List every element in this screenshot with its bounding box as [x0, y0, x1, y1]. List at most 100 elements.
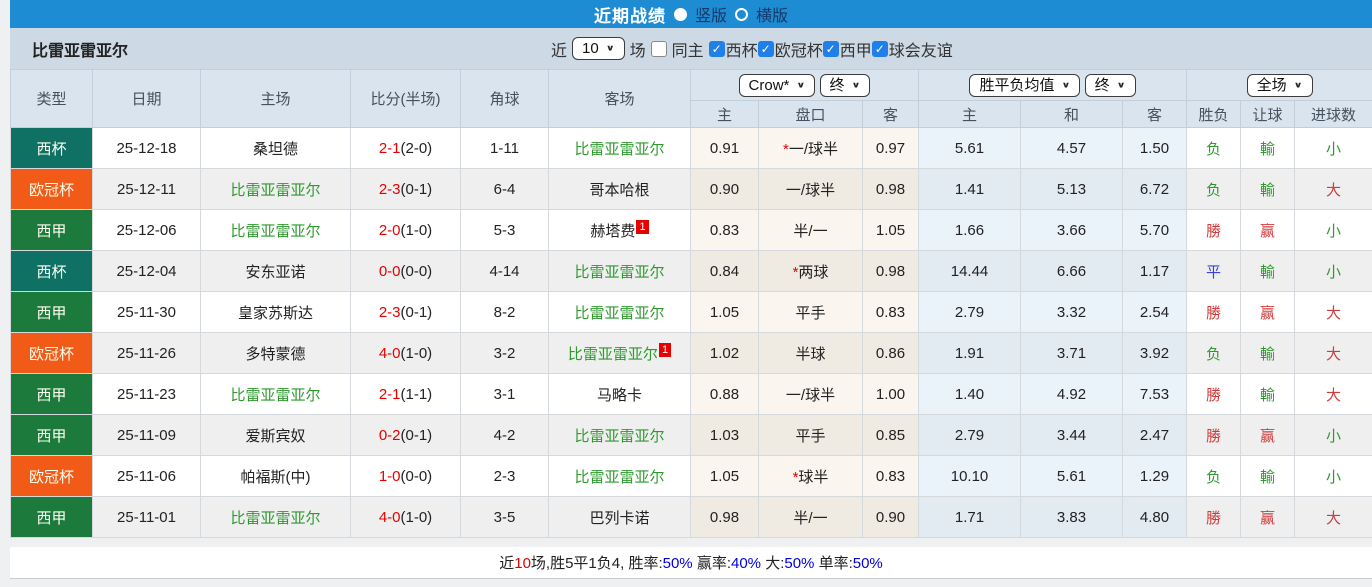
- handicap-line-text: 半球: [795, 345, 826, 363]
- handicap-line-text: 平手: [795, 304, 826, 322]
- handicap-result: 輸: [1240, 168, 1296, 210]
- score-cell: 0-2(0-1): [350, 414, 461, 456]
- result-group-header: 全场 ∨: [1186, 69, 1372, 101]
- league-checkbox-label[interactable]: 西甲: [840, 37, 872, 61]
- handicap-home-odds: 0.91: [690, 127, 759, 169]
- home-team-name: 爱斯宾奴: [245, 427, 306, 445]
- league-filter: ✓ 球会友谊: [871, 37, 953, 61]
- corner-count: 3-5: [460, 496, 549, 538]
- scope-select[interactable]: 全场 ∨: [1246, 73, 1313, 97]
- league-checkbox[interactable]: ✓: [871, 40, 888, 57]
- handicap-line-text: 半/一: [793, 509, 828, 527]
- subcol-eu-away: 客: [1122, 100, 1188, 128]
- away-team-name: 比雷亚雷亚尔: [567, 345, 658, 363]
- league-checkbox[interactable]: ✓: [708, 40, 725, 57]
- odds-type-select[interactable]: 胜平负均值 ∨: [969, 73, 1081, 97]
- subcol-ah-away: 客: [861, 100, 920, 128]
- handicap-away-odds: 0.83: [861, 291, 920, 333]
- away-team-cell: 赫塔费 1: [548, 209, 691, 251]
- home-team-name: 比雷亚雷亚尔: [230, 509, 321, 527]
- red-card-badge: 1: [658, 342, 672, 357]
- handicap-home-odds: 1.02: [690, 332, 759, 374]
- eu-away-odds: 1.17: [1122, 250, 1188, 292]
- handicap-result: 赢: [1240, 496, 1296, 538]
- match-count-select[interactable]: 10 ∨: [572, 37, 625, 60]
- handicap-result: 輸: [1240, 332, 1296, 374]
- corner-count: 8-2: [460, 291, 549, 333]
- match-row: 西甲 25-11-30 皇家苏斯达 2-3(0-1) 8-2 比雷亚雷亚尔 1.05 平手 0.…: [10, 291, 1372, 333]
- wdl-result: 负: [1186, 127, 1242, 169]
- match-date: 25-12-06: [92, 209, 201, 251]
- odds-time-select[interactable]: 终 ∨: [1084, 73, 1136, 97]
- subcol-ah-line: 盘口: [758, 100, 863, 128]
- home-team-name: 桑坦德: [252, 140, 298, 158]
- handicap-line: 半/一: [758, 209, 863, 251]
- league-checkbox-label[interactable]: 球会友谊: [889, 37, 953, 61]
- away-team-name: 赫塔费: [590, 222, 636, 240]
- subcol-goals: 进球数: [1294, 100, 1372, 128]
- wdl-result: 勝: [1186, 291, 1242, 333]
- eu-draw-odds: 3.44: [1020, 414, 1124, 456]
- wdl-result: 负: [1186, 168, 1242, 210]
- vertical-layout-radio[interactable]: [673, 7, 687, 21]
- horizontal-layout-label[interactable]: 横版: [756, 2, 788, 26]
- league-checkbox[interactable]: ✓: [822, 40, 839, 57]
- eu-home-odds: 2.79: [918, 291, 1022, 333]
- goals-result: 小: [1294, 250, 1372, 292]
- away-team-name: 马略卡: [596, 386, 642, 404]
- eu-away-odds: 1.29: [1122, 455, 1188, 497]
- score-cell: 2-3(0-1): [350, 168, 461, 210]
- bookmaker-select[interactable]: Crow* ∨: [738, 73, 816, 97]
- league-badge: 欧冠杯: [10, 168, 93, 210]
- handicap-line-text: 平手: [795, 427, 826, 445]
- away-team-name: 比雷亚雷亚尔: [574, 468, 665, 486]
- handicap-group-header: Crow* ∨ 终 ∨: [689, 69, 920, 101]
- same-home-label[interactable]: 同主: [672, 37, 704, 61]
- league-badge: 西甲: [10, 373, 93, 415]
- handicap-line: 平手: [758, 291, 863, 333]
- handicap-result: 輸: [1240, 250, 1296, 292]
- handicap-home-odds: 0.98: [690, 496, 759, 538]
- league-checkbox-label[interactable]: 西杯: [726, 37, 758, 61]
- league-checkbox[interactable]: ✓: [757, 40, 774, 57]
- full-time-score: 0-0: [378, 262, 401, 280]
- subcol-handicap-result: 让球: [1240, 100, 1296, 128]
- score-cell: 1-0(0-0): [350, 455, 461, 497]
- league-checkbox-label[interactable]: 欧冠杯: [775, 37, 823, 61]
- eu-away-odds: 2.47: [1122, 414, 1188, 456]
- goals-result: 大: [1294, 373, 1372, 415]
- score-cell: 0-0(0-0): [350, 250, 461, 292]
- away-team-name: 比雷亚雷亚尔: [574, 304, 665, 322]
- match-row: 西杯 25-12-04 安东亚诺 0-0(0-0) 4-14 比雷亚雷亚尔 0.84 *两球 0…: [10, 250, 1372, 292]
- away-team-name: 哥本哈根: [589, 181, 650, 199]
- vertical-layout-label[interactable]: 竖版: [695, 2, 727, 26]
- handicap-line-text: 一/球半: [785, 181, 836, 199]
- handicap-time-select[interactable]: 终 ∨: [819, 73, 871, 97]
- red-card-badge: 1: [636, 219, 649, 234]
- handicap-line: *球半: [758, 455, 863, 497]
- team-name: 比雷亚雷亚尔: [32, 42, 129, 60]
- match-date: 25-12-18: [92, 127, 201, 169]
- subcol-wdl: 胜负: [1186, 100, 1242, 128]
- eu-home-odds: 5.61: [918, 127, 1022, 169]
- score-cell: 2-1(2-0): [350, 127, 461, 169]
- full-time-score: 2-1: [378, 139, 401, 157]
- summary-segment: 大:: [761, 555, 785, 572]
- eu-draw-odds: 5.13: [1020, 168, 1124, 210]
- same-home-checkbox[interactable]: [650, 40, 667, 57]
- eu-draw-odds: 3.71: [1020, 332, 1124, 374]
- goals-result: 大: [1294, 168, 1372, 210]
- league-badge: 西甲: [10, 414, 93, 456]
- summary-segment: 50%: [662, 555, 693, 572]
- results-tbody: 西杯 25-12-18 桑坦德 2-1(2-0) 1-11 比雷亚雷亚尔 0.91 *一/球半…: [10, 127, 1372, 538]
- home-team-cell: 帕福斯(中): [200, 455, 351, 497]
- eu-draw-odds: 5.61: [1020, 455, 1124, 497]
- subcol-eu-home: 主: [918, 100, 1022, 128]
- corner-count: 5-3: [460, 209, 549, 251]
- match-date: 25-11-26: [92, 332, 201, 374]
- horizontal-layout-radio[interactable]: [735, 7, 748, 21]
- handicap-away-odds: 0.97: [861, 127, 920, 169]
- goals-result: 小: [1294, 414, 1372, 456]
- away-team-cell: 比雷亚雷亚尔: [548, 455, 691, 497]
- handicap-line: 一/球半: [758, 168, 863, 210]
